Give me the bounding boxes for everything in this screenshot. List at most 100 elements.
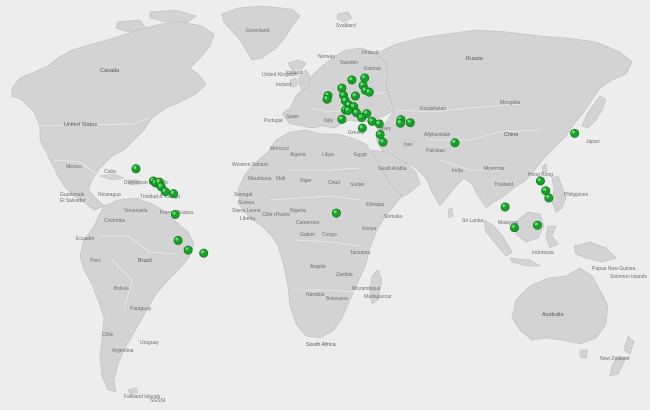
label-estonia: Estonia <box>364 66 381 72</box>
marker-croatia[interactable] <box>343 105 353 115</box>
marker-dot[interactable] <box>374 119 384 129</box>
label-iran: Iran <box>404 142 413 148</box>
marker-dot[interactable] <box>357 112 367 122</box>
label-uruguay: Uruguay <box>140 340 159 346</box>
marker-greece[interactable] <box>357 123 367 133</box>
marker-indonesia-sulawesi[interactable] <box>533 220 543 230</box>
marker-highlight <box>542 187 547 191</box>
marker-highlight <box>345 107 349 111</box>
marker-dot[interactable] <box>169 189 179 199</box>
label-ivory-coast: Côte d'Ivoire <box>262 212 290 218</box>
marker-highlight <box>133 165 137 169</box>
marker-dot[interactable] <box>131 164 141 174</box>
marker-dot[interactable] <box>160 187 170 197</box>
marker-dot[interactable] <box>509 223 519 233</box>
label-mexico: Mexico <box>66 164 82 170</box>
marker-peru-lima[interactable] <box>173 235 183 245</box>
label-papua-new-guinea: Papua New Guinea <box>592 266 636 272</box>
marker-bulgaria[interactable] <box>357 112 367 122</box>
marker-dot[interactable] <box>533 220 543 230</box>
marker-highlight <box>350 103 355 107</box>
marker-dot[interactable] <box>343 105 353 115</box>
marker-azerbaijan[interactable] <box>405 118 415 128</box>
label-ethiopia: Ethiopia <box>366 202 384 208</box>
label-liberia: Liberia <box>240 216 255 222</box>
marker-highlight <box>502 203 506 208</box>
marker-ecuador[interactable] <box>170 209 180 219</box>
marker-dot[interactable] <box>170 209 180 219</box>
marker-dot[interactable] <box>322 94 332 104</box>
marker-armenia[interactable] <box>395 118 405 128</box>
marker-gabon[interactable] <box>331 208 341 218</box>
marker-malaysia[interactable] <box>500 202 510 212</box>
marker-dot[interactable] <box>199 248 209 258</box>
marker-israel[interactable] <box>378 137 388 147</box>
marker-dot[interactable] <box>375 129 385 139</box>
marker-mexico[interactable] <box>131 164 141 174</box>
label-solomon: Solomon Islands <box>610 274 647 280</box>
label-gabon: Gabon <box>300 232 315 238</box>
marker-dot[interactable] <box>378 137 388 147</box>
marker-bolivia[interactable] <box>199 248 209 258</box>
marker-dot[interactable] <box>364 87 374 97</box>
marker-cyprus[interactable] <box>375 129 385 139</box>
label-cameroon: Cameroon <box>296 220 320 226</box>
marker-dot[interactable] <box>173 235 183 245</box>
marker-dot[interactable] <box>331 208 341 218</box>
label-italy: Italy <box>324 118 334 124</box>
marker-costa-rica[interactable] <box>160 187 170 197</box>
marker-indonesia-jakarta[interactable] <box>509 223 519 233</box>
label-algeria: Algeria <box>290 152 306 158</box>
marker-highlight <box>362 87 366 91</box>
marker-dot[interactable] <box>544 193 554 203</box>
marker-dot[interactable] <box>350 91 360 101</box>
marker-highlight <box>360 82 364 86</box>
marker-belgium[interactable] <box>322 94 332 104</box>
marker-highlight <box>397 120 401 124</box>
marker-highlight <box>162 188 166 192</box>
label-australia: Australia <box>542 312 564 318</box>
marker-belarus[interactable] <box>364 87 374 97</box>
marker-pakistan-lahore[interactable] <box>450 138 460 148</box>
marker-dot[interactable] <box>360 73 370 83</box>
marker-dot[interactable] <box>535 176 545 186</box>
marker-dot[interactable] <box>405 118 415 128</box>
marker-dot[interactable] <box>500 202 510 212</box>
marker-highlight <box>376 120 380 125</box>
marker-panama[interactable] <box>169 189 179 199</box>
label-brazil: Brazil <box>138 258 152 264</box>
marker-dot[interactable] <box>570 128 580 138</box>
marker-peru-south[interactable] <box>183 245 193 255</box>
label-congo: Congo <box>322 232 337 238</box>
marker-highlight <box>358 114 362 118</box>
marker-philippines-davao[interactable] <box>544 193 554 203</box>
marker-poland[interactable] <box>350 91 360 101</box>
label-portugal: Portugal <box>264 118 283 124</box>
marker-dot[interactable] <box>357 123 367 133</box>
label-finland: Finland <box>362 50 379 56</box>
marker-japan[interactable] <box>570 128 580 138</box>
marker-sweden[interactable] <box>347 75 357 85</box>
marker-finland[interactable] <box>360 73 370 83</box>
marker-italy[interactable] <box>337 114 347 124</box>
marker-philippines-manila[interactable] <box>535 176 545 186</box>
marker-dot[interactable] <box>450 138 460 148</box>
marker-highlight <box>537 178 541 182</box>
marker-dot[interactable] <box>183 245 193 255</box>
marker-highlight <box>361 74 366 79</box>
marker-dot[interactable] <box>395 118 405 128</box>
marker-dot[interactable] <box>337 114 347 124</box>
marker-highlight <box>377 131 381 135</box>
label-angola: Angola <box>310 264 326 270</box>
label-botswana: Botswana <box>326 296 348 302</box>
marker-dot[interactable] <box>347 75 357 85</box>
marker-turkey-ankara[interactable] <box>374 119 384 129</box>
marker-highlight <box>340 92 344 96</box>
label-sri-lanka: Sri Lanka <box>462 218 483 224</box>
marker-highlight <box>158 183 162 187</box>
marker-highlight <box>352 93 356 97</box>
label-mozambique: Mozambique <box>352 286 381 292</box>
label-pakistan: Pakistan <box>426 148 445 154</box>
marker-highlight <box>185 247 189 251</box>
label-afghanistan: Afghanistan <box>424 132 451 138</box>
